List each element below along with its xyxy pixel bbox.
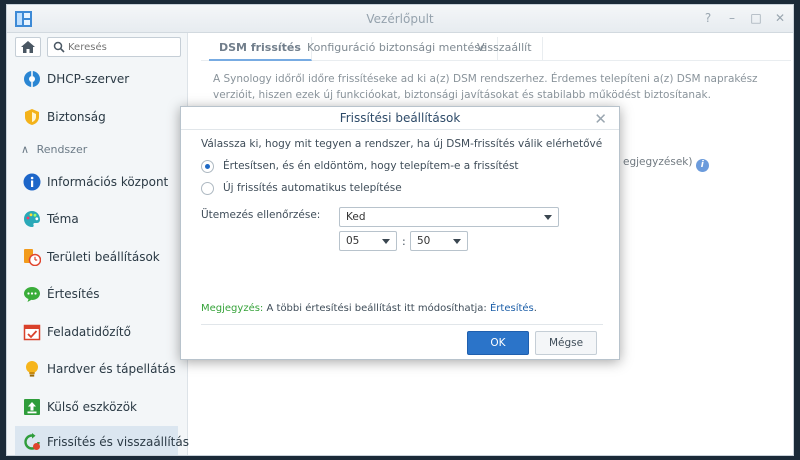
refresh-icon <box>24 433 40 450</box>
home-icon <box>21 41 35 53</box>
chevron-up-icon: ∧ <box>21 143 30 156</box>
title-bar: Vezérlőpult ? – □ ✕ <box>7 5 793 33</box>
sidebar-section-system[interactable]: ∧ Rendszer <box>21 143 87 156</box>
sidebar-item-label: Információs központ <box>47 175 169 189</box>
chevron-down-icon <box>453 239 461 244</box>
cancel-button[interactable]: Mégse <box>535 331 597 355</box>
close-window-button[interactable]: ✕ <box>773 10 787 26</box>
dialog-note: Megjegyzés: A többi értesítési beállítás… <box>201 303 537 314</box>
day-value: Ked <box>346 211 366 223</box>
sidebar-item-label: Területi beállítások <box>47 250 160 264</box>
dhcp-icon <box>24 71 40 87</box>
sidebar-item-hardware-power[interactable]: Hardver és tápellátás <box>15 353 178 385</box>
radio-label: Értesítsen, és én eldöntöm, hogy telepít… <box>223 160 519 172</box>
divider <box>201 324 603 325</box>
sidebar: DHCP-szerver Biztonság ∧ Rendszer Inform… <box>7 33 189 455</box>
palette-icon <box>24 211 40 227</box>
dialog-question: Válassza ki, hogy mit tegyen a rendszer,… <box>201 138 603 150</box>
minimize-button[interactable]: – <box>725 10 739 26</box>
radio-label: Új frissítés automatikus telepítése <box>223 182 402 194</box>
sidebar-item-update-restore[interactable]: Frissítés és visszaállítás <box>15 426 189 455</box>
hour-value: 05 <box>346 235 360 247</box>
note-prefix: Megjegyzés: <box>201 303 264 314</box>
sidebar-item-label: Téma <box>47 212 79 226</box>
hour-select[interactable]: 05 <box>339 231 397 251</box>
chevron-down-icon <box>382 239 390 244</box>
search-field[interactable] <box>47 37 181 57</box>
radio-button-selected[interactable] <box>201 160 214 173</box>
sidebar-item-label: Frissítés és visszaállítás <box>47 435 189 449</box>
sidebar-item-label: Feladatidőzítő <box>47 325 131 339</box>
search-icon <box>53 41 65 53</box>
dialog-title: Frissítési beállítások <box>339 111 461 125</box>
info-icon <box>23 173 41 191</box>
regional-clock-icon <box>24 249 41 266</box>
sidebar-item-regional[interactable]: Területi beállítások <box>15 241 178 273</box>
section-label: Rendszer <box>36 143 88 156</box>
minute-value: 50 <box>417 235 431 247</box>
search-input[interactable] <box>68 40 176 54</box>
lightbulb-icon <box>26 361 38 377</box>
schedule-label: Ütemezés ellenőrzése: <box>201 209 321 221</box>
maximize-button[interactable]: □ <box>749 10 763 26</box>
sidebar-item-dhcp[interactable]: DHCP-szerver <box>15 63 178 95</box>
upload-box-icon <box>24 399 40 415</box>
help-button[interactable]: ? <box>701 10 715 26</box>
close-icon[interactable]: ✕ <box>594 110 607 128</box>
sidebar-item-info-center[interactable]: Információs központ <box>15 166 178 198</box>
notification-link[interactable]: Értesítés <box>490 303 534 314</box>
update-settings-dialog: Frissítési beállítások ✕ Válassza ki, ho… <box>180 106 620 360</box>
sidebar-item-security[interactable]: Biztonság <box>15 101 178 133</box>
sidebar-item-theme[interactable]: Téma <box>15 203 178 235</box>
divider <box>181 129 619 130</box>
sidebar-item-notification[interactable]: Értesítés <box>15 278 178 310</box>
calendar-check-icon <box>23 324 41 341</box>
sidebar-item-label: Biztonság <box>47 110 106 124</box>
minute-select[interactable]: 50 <box>410 231 468 251</box>
ok-button[interactable]: OK <box>467 331 529 355</box>
home-button[interactable] <box>15 37 41 57</box>
chat-bubble-icon <box>24 287 40 302</box>
time-separator: : <box>402 235 406 248</box>
chevron-down-icon <box>544 215 552 220</box>
radio-button[interactable] <box>201 182 214 195</box>
sidebar-item-task-scheduler[interactable]: Feladatidőzítő <box>15 316 178 348</box>
sidebar-item-label: DHCP-szerver <box>47 72 130 86</box>
sidebar-item-label: Hardver és tápellátás <box>47 362 176 376</box>
note-text: A többi értesítési beállítást itt módosí… <box>266 303 487 314</box>
day-select[interactable]: Ked <box>339 207 559 227</box>
sidebar-item-label: Értesítés <box>47 287 100 301</box>
shield-icon <box>25 109 39 125</box>
window-title: Vezérlőpult <box>366 12 434 26</box>
sidebar-item-label: Külső eszközök <box>47 400 138 414</box>
note-suffix: . <box>533 303 537 314</box>
sidebar-item-external-devices[interactable]: Külső eszközök <box>15 391 178 423</box>
